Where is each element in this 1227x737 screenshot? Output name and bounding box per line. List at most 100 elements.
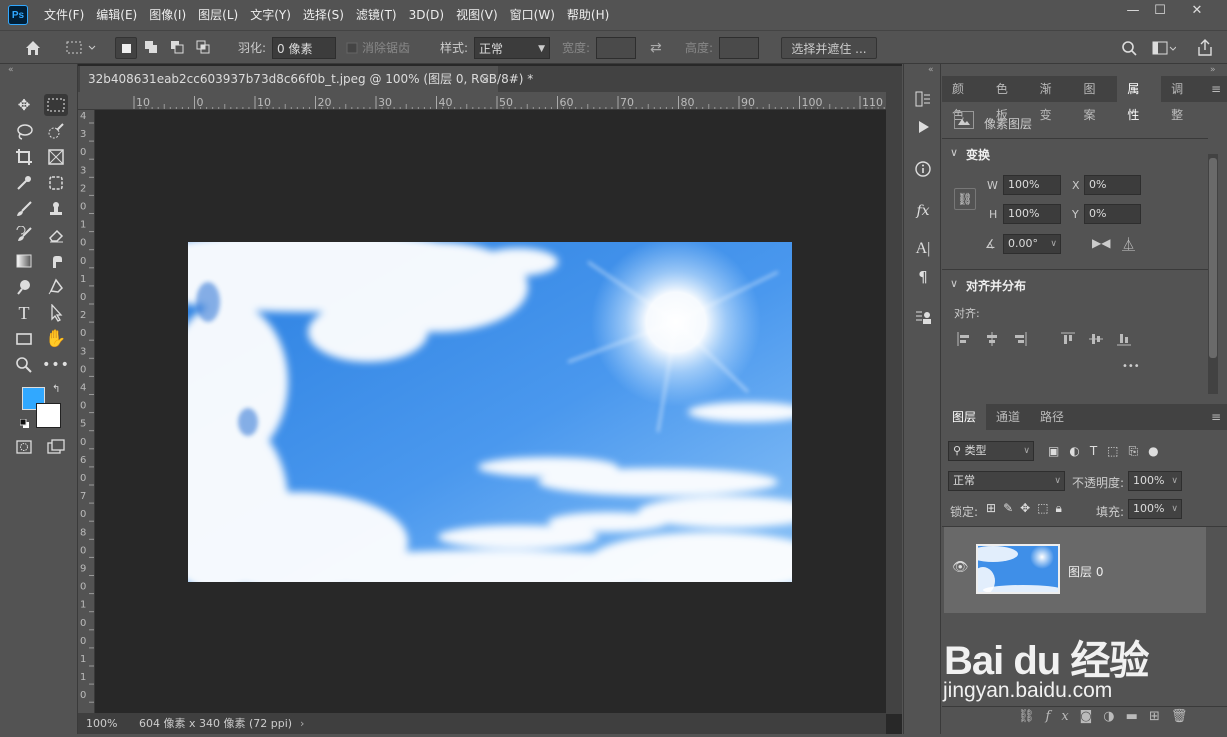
panel-menu-icon[interactable]: ≡: [1205, 404, 1227, 430]
width-input[interactable]: [596, 37, 636, 59]
tab-paths[interactable]: 路径: [1030, 404, 1074, 430]
menu-file[interactable]: 文件(F): [38, 0, 90, 30]
collapse-tools-icon[interactable]: «: [8, 65, 14, 75]
width-field[interactable]: 100%: [1003, 175, 1061, 195]
share-icon[interactable]: [1196, 37, 1216, 59]
minimize-button[interactable]: —: [1118, 0, 1148, 22]
tab-channels[interactable]: 通道: [986, 404, 1030, 430]
antialias-checkbox[interactable]: [346, 37, 358, 59]
type-tool-icon[interactable]: T: [12, 302, 36, 324]
history-icon[interactable]: [912, 88, 934, 110]
sky-image[interactable]: [188, 242, 792, 582]
home-icon[interactable]: [20, 37, 46, 59]
close-button[interactable]: ✕: [1182, 0, 1212, 22]
frame-tool-icon[interactable]: [44, 146, 68, 168]
info-icon[interactable]: [912, 158, 934, 180]
document-tab[interactable]: 32b408631eab2cc603937b73d8c66f0b_t.jpeg …: [80, 66, 533, 92]
fill-field[interactable]: 100% ∨: [1128, 499, 1182, 519]
menu-filter[interactable]: 滤镜(T): [350, 0, 403, 30]
crop-tool-icon[interactable]: [12, 146, 36, 168]
paragraph-icon[interactable]: ¶: [912, 266, 934, 288]
menu-window[interactable]: 窗口(W): [504, 0, 561, 30]
more-options-icon[interactable]: •••: [1122, 361, 1140, 372]
hand-tool-icon[interactable]: ✋: [44, 328, 68, 350]
align-left-icon[interactable]: [956, 331, 972, 350]
intersect-selection-icon[interactable]: [193, 37, 215, 59]
tab-swatches[interactable]: 色板: [986, 76, 1030, 122]
layer-name[interactable]: 图层 0: [1068, 563, 1103, 580]
menu-type[interactable]: 文字(Y): [244, 0, 297, 30]
swap-icon[interactable]: ⇄: [650, 37, 670, 59]
canvas[interactable]: [95, 111, 886, 714]
background-color-swatch[interactable]: [36, 403, 61, 428]
select-and-mask-button[interactable]: 选择并遮住 ...: [781, 37, 877, 59]
y-field[interactable]: 0%: [1084, 204, 1141, 224]
adjustment-icon[interactable]: ◑: [1103, 709, 1125, 724]
character-icon[interactable]: A|: [912, 238, 934, 260]
layer-filter-select[interactable]: ⚲ 类型 ∨: [948, 441, 1034, 461]
menu-edit[interactable]: 编辑(E): [90, 0, 143, 30]
chevron-down-icon[interactable]: ∨: [1050, 235, 1057, 253]
height-input[interactable]: [719, 37, 759, 59]
tab-layers[interactable]: 图层: [942, 404, 987, 430]
chevron-right-icon[interactable]: ›: [300, 713, 304, 734]
filter-smart-icon[interactable]: ⎘: [1129, 444, 1149, 458]
feather-input[interactable]: 0 像素: [272, 37, 336, 59]
filter-adjustment-icon[interactable]: ◐: [1069, 444, 1089, 458]
style-select[interactable]: 正常 ▼: [474, 37, 550, 59]
layer-row[interactable]: 👁︎ 图层 0: [944, 527, 1206, 613]
lock-all-icon[interactable]: 🔒︎: [1056, 501, 1069, 515]
angle-field[interactable]: 0.00° ∨: [1003, 234, 1061, 254]
patch-tool-icon[interactable]: [44, 172, 68, 194]
menu-help[interactable]: 帮助(H): [561, 0, 615, 30]
rectangle-tool-icon[interactable]: [12, 328, 36, 350]
lock-position-icon[interactable]: ✥: [1020, 501, 1037, 515]
menu-layer[interactable]: 图层(L): [192, 0, 244, 30]
tab-properties[interactable]: 属性: [1117, 76, 1162, 122]
chevron-down-icon[interactable]: ∨: [950, 146, 958, 159]
brush-tool-icon[interactable]: [12, 198, 36, 220]
height-field[interactable]: 100%: [1003, 204, 1061, 224]
workspace-icon[interactable]: [1150, 37, 1177, 59]
filter-shape-icon[interactable]: ⬚: [1107, 444, 1128, 458]
tab-gradients[interactable]: 渐变: [1030, 76, 1074, 122]
collapse-panels-icon[interactable]: «: [928, 65, 934, 75]
swap-colors-icon[interactable]: ↰: [52, 384, 60, 395]
new-layer-icon[interactable]: ⊞: [1149, 709, 1171, 724]
link-dimensions-icon[interactable]: ⛓: [954, 188, 976, 210]
align-right-icon[interactable]: [1012, 331, 1028, 350]
align-vcenter-icon[interactable]: [1088, 331, 1104, 350]
rect-marquee-tool-icon[interactable]: [44, 94, 68, 116]
tab-patterns[interactable]: 图案: [1073, 76, 1117, 122]
align-bottom-icon[interactable]: [1116, 331, 1132, 350]
fx-icon[interactable]: fx: [1046, 709, 1080, 724]
tab-color[interactable]: 颜色: [942, 76, 986, 122]
path-select-tool-icon[interactable]: [44, 302, 68, 324]
menu-3d[interactable]: 3D(D): [403, 0, 450, 30]
filter-pixel-icon[interactable]: ▣: [1048, 444, 1069, 458]
panel-menu-icon[interactable]: ≡: [1205, 76, 1227, 102]
lock-artboard-icon[interactable]: ⬚: [1037, 501, 1055, 515]
visibility-eye-icon[interactable]: 👁︎: [952, 560, 969, 575]
subtract-selection-icon[interactable]: [167, 37, 189, 59]
stamp-tool-icon[interactable]: [44, 198, 68, 220]
align-top-icon[interactable]: [1060, 331, 1076, 350]
menu-select[interactable]: 选择(S): [297, 0, 350, 30]
quick-mask-icon[interactable]: [12, 436, 36, 458]
marquee-preset-icon[interactable]: [64, 37, 100, 59]
search-icon[interactable]: [1120, 37, 1140, 59]
gradient-tool-icon[interactable]: [12, 250, 36, 272]
eraser-tool-icon[interactable]: [44, 224, 68, 246]
chevron-down-icon[interactable]: ∨: [950, 277, 958, 290]
link-icon[interactable]: ⛓: [1018, 709, 1046, 724]
menu-view[interactable]: 视图(V): [450, 0, 504, 30]
zoom-level[interactable]: 100%: [86, 713, 117, 734]
actions-play-icon[interactable]: [912, 116, 934, 138]
collapse-right-icon[interactable]: »: [1210, 65, 1216, 75]
properties-scrollbar[interactable]: [1208, 154, 1218, 394]
tab-adjustments[interactable]: 调整: [1161, 76, 1205, 122]
eyedropper-tool-icon[interactable]: [12, 172, 36, 194]
flip-vertical-icon[interactable]: ⏅: [1122, 234, 1135, 253]
close-tab-icon[interactable]: ×: [480, 66, 490, 92]
quick-select-tool-icon[interactable]: [44, 120, 68, 142]
